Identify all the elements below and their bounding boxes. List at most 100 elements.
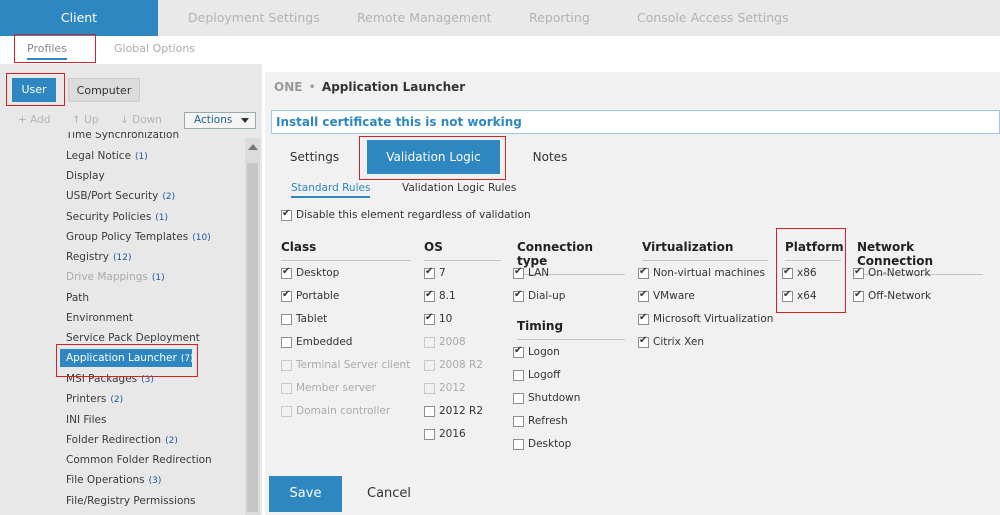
subtab-standard-rules[interactable]: Standard Rules (291, 182, 371, 198)
checkbox[interactable] (424, 266, 435, 279)
class-option-tablet[interactable]: Tablet (281, 313, 327, 325)
tab-settings[interactable]: Settings (277, 140, 352, 174)
tree-item-file-registry-permissions[interactable]: File/Registry Permissions (66, 495, 196, 507)
checkbox[interactable] (513, 415, 524, 427)
item-count: (10) (192, 233, 211, 243)
add-button[interactable]: + Add (18, 114, 50, 126)
subtab-validation-logic-rules[interactable]: Validation Logic Rules (402, 182, 516, 194)
checkbox (281, 382, 292, 394)
virtualization-option-microsoft[interactable]: Microsoft Virtualization (638, 312, 773, 325)
checkbox[interactable] (513, 392, 524, 404)
connection-option-dial-up[interactable]: Dial-up (513, 289, 565, 302)
tab-remote-management[interactable]: Remote Management (357, 0, 492, 36)
highlight-box-profiles (14, 34, 96, 63)
tab-deployment-settings[interactable]: Deployment Settings (188, 0, 320, 36)
checkbox[interactable] (281, 266, 292, 279)
checkbox[interactable] (281, 313, 292, 325)
checkbox[interactable] (638, 289, 649, 302)
item-count: (1) (151, 273, 165, 283)
connection-option-lan[interactable]: LAN (513, 266, 549, 279)
tab-notes[interactable]: Notes (520, 140, 580, 174)
cancel-button[interactable]: Cancel (367, 486, 411, 501)
scroll-thumb[interactable] (247, 163, 258, 512)
left-panel: User Computer + Add ↑ Up ↓ Down Actions … (0, 64, 262, 515)
class-option-portable[interactable]: Portable (281, 289, 339, 302)
checkbox[interactable] (513, 345, 524, 358)
tree-item-file-operations[interactable]: File Operations (3) (66, 474, 161, 486)
tab-client-configuration[interactable]: Client Configuration (0, 0, 158, 61)
checkbox[interactable] (424, 312, 435, 325)
checkbox[interactable] (853, 266, 864, 279)
os-option-8-1[interactable]: 8.1 (424, 289, 456, 302)
save-button[interactable]: Save (269, 476, 342, 512)
actions-dropdown[interactable]: Actions (184, 112, 256, 129)
scroll-up-arrow-icon[interactable] (248, 144, 258, 150)
timing-option-desktop[interactable]: Desktop (513, 438, 571, 450)
timing-option-refresh[interactable]: Refresh (513, 415, 568, 427)
timing-option-logon[interactable]: Logon (513, 345, 560, 358)
column-header-class: Class (281, 240, 411, 261)
element-title-field[interactable]: Install certificate this is not working (271, 110, 1000, 134)
checkbox[interactable] (513, 438, 524, 450)
checkbox[interactable] (513, 369, 524, 381)
os-option-2012-r2[interactable]: 2012 R2 (424, 405, 483, 417)
network-option-off-network[interactable]: Off-Network (853, 289, 931, 302)
network-option-on-network[interactable]: On-Network (853, 266, 931, 279)
tree-item-service-pack-deployment[interactable]: Service Pack Deployment (66, 332, 200, 344)
checkbox[interactable] (281, 336, 292, 348)
breadcrumb-root[interactable]: ONE (274, 80, 302, 94)
class-option-embedded[interactable]: Embedded (281, 336, 352, 348)
tree-item-printers[interactable]: Printers (2) (66, 393, 123, 405)
tree-item-folder-redirection[interactable]: Folder Redirection (2) (66, 434, 178, 446)
checkbox[interactable] (281, 289, 292, 302)
class-option-terminal-server-client: Terminal Server client (281, 359, 410, 371)
timing-option-logoff[interactable]: Logoff (513, 369, 560, 381)
highlight-box-platform (776, 228, 846, 313)
column-header-timing: Timing (517, 319, 625, 340)
computer-button[interactable]: Computer (68, 78, 140, 102)
tree-item-registry[interactable]: Registry (12) (66, 251, 131, 263)
checkbox[interactable] (513, 289, 524, 302)
tree-item-drive-mappings[interactable]: Drive Mappings (1) (66, 271, 165, 283)
timing-option-shutdown[interactable]: Shutdown (513, 392, 580, 404)
checkbox[interactable] (638, 312, 649, 325)
virtualization-option-vmware[interactable]: VMware (638, 289, 695, 302)
checkbox[interactable] (638, 266, 649, 279)
tree-item-ini-files[interactable]: INI Files (66, 414, 106, 426)
tree-item-time-synchronization[interactable]: Time Synchronization (66, 132, 179, 141)
highlight-box-validation-logic (359, 136, 506, 180)
checkbox[interactable] (853, 289, 864, 302)
checkbox[interactable] (513, 266, 524, 279)
checkbox (281, 405, 292, 417)
os-option-2016[interactable]: 2016 (424, 428, 466, 440)
tree-item-display[interactable]: Display (66, 170, 105, 182)
os-option-10[interactable]: 10 (424, 312, 452, 325)
checkbox[interactable] (424, 405, 435, 417)
tab-reporting[interactable]: Reporting (529, 0, 590, 36)
item-count: (2) (165, 436, 178, 446)
checkbox[interactable] (281, 208, 292, 221)
checkbox[interactable] (424, 428, 435, 440)
caret-down-icon (241, 118, 249, 123)
subtab-global-options[interactable]: Global Options (114, 42, 195, 55)
down-button[interactable]: ↓ Down (120, 114, 162, 126)
tree-item-security-policies[interactable]: Security Policies (1) (66, 211, 168, 223)
class-option-member-server: Member server (281, 382, 376, 394)
tree-item-path[interactable]: Path (66, 292, 89, 304)
checkbox (424, 336, 435, 348)
tree-item-legal-notice[interactable]: Legal Notice (1) (66, 150, 148, 162)
os-option-7[interactable]: 7 (424, 266, 446, 279)
virtualization-option-citrix-xen[interactable]: Citrix Xen (638, 335, 704, 348)
up-button[interactable]: ↑ Up (72, 114, 99, 126)
tree-item-environment[interactable]: Environment (66, 312, 133, 324)
tree-item-group-policy-templates[interactable]: Group Policy Templates (10) (66, 231, 211, 243)
tree-item-common-folder-redirection[interactable]: Common Folder Redirection (66, 454, 212, 466)
disable-element-checkbox[interactable]: Disable this element regardless of valid… (281, 208, 531, 221)
tree-item-usb-port-security[interactable]: USB/Port Security (2) (66, 190, 175, 202)
virtualization-option-non-virtual[interactable]: Non-virtual machines (638, 266, 765, 279)
checkbox[interactable] (424, 289, 435, 302)
class-option-desktop[interactable]: Desktop (281, 266, 339, 279)
tab-console-access-settings[interactable]: Console Access Settings (637, 0, 789, 36)
checkbox[interactable] (638, 335, 649, 348)
tree-scrollbar[interactable] (245, 138, 260, 515)
